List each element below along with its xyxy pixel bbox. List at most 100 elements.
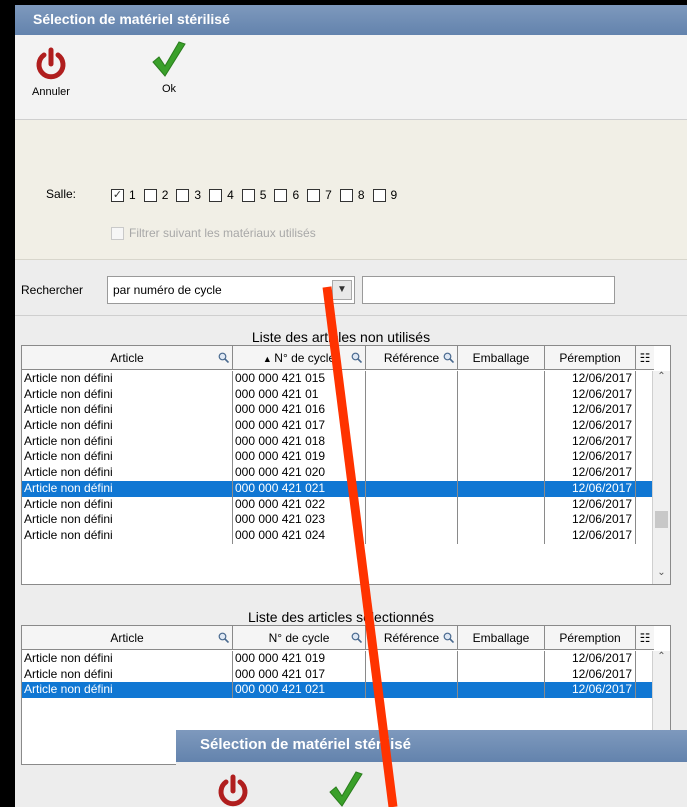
table-cell: [366, 402, 458, 419]
table-row[interactable]: Article non défini 000 000 421 024 12/06/2…: [22, 527, 652, 544]
selected-table-body: Article non défini 000 000 421 019 12/06/2…: [22, 651, 652, 699]
table-cell: [458, 651, 545, 667]
filter-used-label: Filtrer suivant les matériaux utilisés: [129, 226, 316, 240]
table-row[interactable]: Article non défini 000 000 421 019 12/06/2…: [22, 651, 652, 667]
table-cell: Article non défini: [22, 386, 233, 403]
column-chooser-icon[interactable]: ☷: [636, 626, 654, 650]
room-checkbox-4[interactable]: 4: [209, 188, 234, 202]
room-checkbox-2[interactable]: 2: [143, 188, 169, 202]
table-cell: 000 000 421 018: [233, 433, 366, 450]
table-row[interactable]: Article non défini 000 000 421 022 12/06/2…: [22, 496, 652, 513]
table-row[interactable]: Article non défini 000 000 421 017 12/06/2…: [22, 666, 652, 683]
room-checkbox-5[interactable]: 5: [241, 188, 267, 202]
table-cell: Article non défini: [22, 512, 233, 528]
table-cell: 000 000 421 019: [233, 449, 366, 466]
column-header[interactable]: Emballage: [458, 626, 545, 650]
room-checkbox-3[interactable]: 3: [176, 188, 201, 202]
column-chooser-icon[interactable]: ☷: [636, 346, 654, 370]
table-cell: Article non défini: [22, 480, 233, 497]
table-cell: 000 000 421 023: [233, 512, 366, 528]
filter-used-option[interactable]: Filtrer suivant les matériaux utilisés: [111, 226, 316, 240]
scroll-down-icon[interactable]: ⌄: [653, 567, 670, 584]
table-row[interactable]: Article non défini 000 000 421 021 12/06/2…: [22, 682, 652, 699]
table-row[interactable]: Article non défini 000 000 421 023 12/06/2…: [22, 512, 652, 528]
search-icon[interactable]: [443, 352, 454, 363]
table-row[interactable]: Article non défini 000 000 421 017 12/06/2…: [22, 418, 652, 434]
column-header[interactable]: N° de cycle: [233, 626, 366, 650]
table-cell: 12/06/2017: [545, 651, 636, 667]
table-cell: 000 000 421 016: [233, 402, 366, 419]
checkbox-icon[interactable]: [241, 188, 255, 202]
scroll-up-icon[interactable]: ⌃: [653, 371, 670, 388]
cancel-button[interactable]: Annuler: [23, 47, 79, 98]
chevron-down-icon[interactable]: ▼: [332, 280, 352, 300]
table-cell: Article non défini: [22, 496, 233, 513]
checkbox-icon[interactable]: [274, 188, 288, 202]
table-row[interactable]: Article non défini 000 000 421 015 12/06/2…: [22, 371, 652, 387]
table-cell: 000 000 421 024: [233, 527, 366, 544]
table-cell: 12/06/2017: [545, 386, 636, 403]
room-checkboxes: ✓ 1 2 3 4 5 6 7 8 9: [111, 188, 405, 202]
filter-used-checkbox[interactable]: [111, 226, 124, 240]
room-label: 4: [227, 188, 234, 202]
column-header[interactable]: Article: [22, 346, 233, 370]
table-row[interactable]: Article non défini 000 000 421 021 12/06/2…: [22, 480, 652, 497]
column-header[interactable]: Péremption: [545, 346, 636, 370]
checkbox-icon[interactable]: [339, 188, 353, 202]
room-label: 5: [259, 188, 267, 202]
unused-table-caption: Liste des articles non utilisés: [251, 329, 431, 345]
search-icon[interactable]: [351, 632, 362, 643]
table-row[interactable]: Article non défini 000 000 421 01 12/06/20…: [22, 386, 652, 403]
table-cell: 12/06/2017: [545, 433, 636, 450]
salle-label: Salle:: [46, 187, 77, 201]
table-cell: [366, 449, 458, 466]
checkmark-icon[interactable]: [326, 770, 366, 807]
room-checkbox-7[interactable]: 7: [307, 188, 332, 202]
table-cell: 12/06/2017: [545, 666, 636, 683]
power-icon[interactable]: [216, 774, 250, 807]
table-cell: 000 000 421 022: [233, 496, 366, 513]
search-label: Rechercher: [21, 283, 84, 297]
column-header[interactable]: Référence: [366, 346, 458, 370]
table-cell: 000 000 421 021: [233, 682, 366, 699]
table-row[interactable]: Article non défini 000 000 421 020 12/06/2…: [22, 465, 652, 481]
search-icon[interactable]: [443, 632, 454, 643]
checkbox-icon[interactable]: [209, 188, 223, 202]
search-input[interactable]: [362, 276, 615, 304]
column-header[interactable]: Référence: [366, 626, 458, 650]
checkbox-icon[interactable]: [307, 188, 321, 202]
ok-label: Ok: [161, 83, 177, 95]
scroll-up-icon[interactable]: ⌃: [653, 651, 670, 668]
unused-table-scrollbar[interactable]: ⌃ ⌄: [652, 371, 670, 584]
checkbox-icon[interactable]: [176, 188, 190, 202]
checkbox-icon[interactable]: [143, 188, 157, 202]
table-row[interactable]: Article non défini 000 000 421 018 12/06/2…: [22, 433, 652, 450]
ok-button[interactable]: Ok: [145, 40, 193, 95]
column-header[interactable]: Emballage: [458, 346, 545, 370]
table-cell: [458, 418, 545, 434]
table-cell: [458, 386, 545, 403]
search-icon[interactable]: [218, 352, 229, 363]
search-mode-select[interactable]: par numéro de cycle ▼: [107, 276, 355, 304]
table-row[interactable]: Article non défini 000 000 421 016 12/06/2…: [22, 402, 652, 419]
table-cell: [366, 682, 458, 699]
room-checkbox-9[interactable]: 9: [372, 188, 397, 202]
selected-table-header: Article N° de cycle Référence Emballage Pére…: [22, 626, 654, 650]
search-icon[interactable]: [218, 632, 229, 643]
table-row[interactable]: Article non défini 000 000 421 019 12/06/2…: [22, 449, 652, 466]
column-header[interactable]: Péremption: [545, 626, 636, 650]
room-checkbox-1[interactable]: ✓ 1: [111, 188, 136, 202]
column-header[interactable]: ▲ N° de cycle: [233, 346, 366, 370]
room-checkbox-6[interactable]: 6: [274, 188, 299, 202]
table-cell: [366, 371, 458, 387]
room-checkbox-8[interactable]: 8: [339, 188, 365, 202]
checkbox-icon[interactable]: ✓: [111, 188, 124, 202]
checkbox-icon[interactable]: [372, 188, 386, 202]
unused-articles-table: Article ▲ N° de cycle Référence Emballage Pé…: [21, 345, 671, 585]
search-icon[interactable]: [351, 352, 362, 363]
second-window: Sélection de matériel stérilisé: [176, 730, 687, 807]
table-cell: [458, 480, 545, 497]
room-label: 2: [161, 188, 169, 202]
column-header[interactable]: Article: [22, 626, 233, 650]
scroll-thumb[interactable]: [655, 511, 668, 528]
